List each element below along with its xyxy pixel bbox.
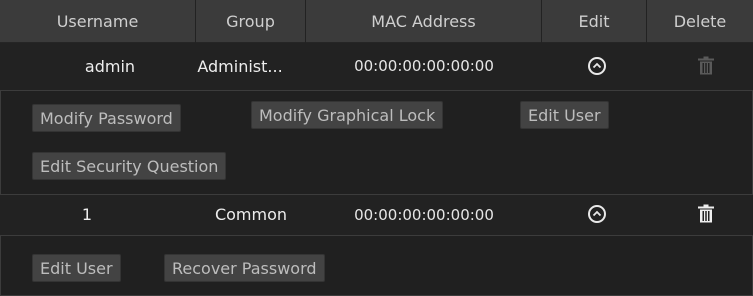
user-actions-panel: Edit User Recover Password [0,235,753,296]
column-header-username: Username [0,0,196,43]
table-row[interactable]: 1 Common 00:00:00:00:00:00 [0,195,753,235]
edit-user-button[interactable]: Edit User [32,254,121,282]
recover-password-button[interactable]: Recover Password [164,254,325,282]
trash-icon[interactable] [697,56,715,76]
modify-graphical-lock-button[interactable]: Modify Graphical Lock [251,101,444,129]
collapse-chevron-up-icon[interactable] [588,205,606,223]
group-cell: Common [214,205,288,224]
user-actions-panel: Modify Password Modify Graphical Lock Ed… [0,90,753,195]
column-header-mac-address: MAC Address [306,0,542,43]
table-row[interactable]: admin Administ... 00:00:00:00:00:00 [0,43,753,90]
mac-address-cell: 00:00:00:00:00:00 [354,206,494,224]
edit-user-button[interactable]: Edit User [520,101,609,129]
group-cell: Administ... [197,57,283,76]
modify-password-button[interactable]: Modify Password [32,104,181,132]
edit-security-question-button[interactable]: Edit Security Question [32,152,227,180]
column-header-group: Group [196,0,306,43]
column-header-delete: Delete [673,12,727,31]
user-table: Username Group MAC Address Edit Delete a… [0,0,753,296]
mac-address-cell: 00:00:00:00:00:00 [354,57,494,75]
trash-icon[interactable] [697,204,715,224]
collapse-chevron-up-icon[interactable] [588,57,606,75]
column-header-edit: Edit [542,0,647,43]
table-header: Username Group MAC Address Edit Delete [0,0,753,43]
username-cell: 1 [81,205,93,224]
